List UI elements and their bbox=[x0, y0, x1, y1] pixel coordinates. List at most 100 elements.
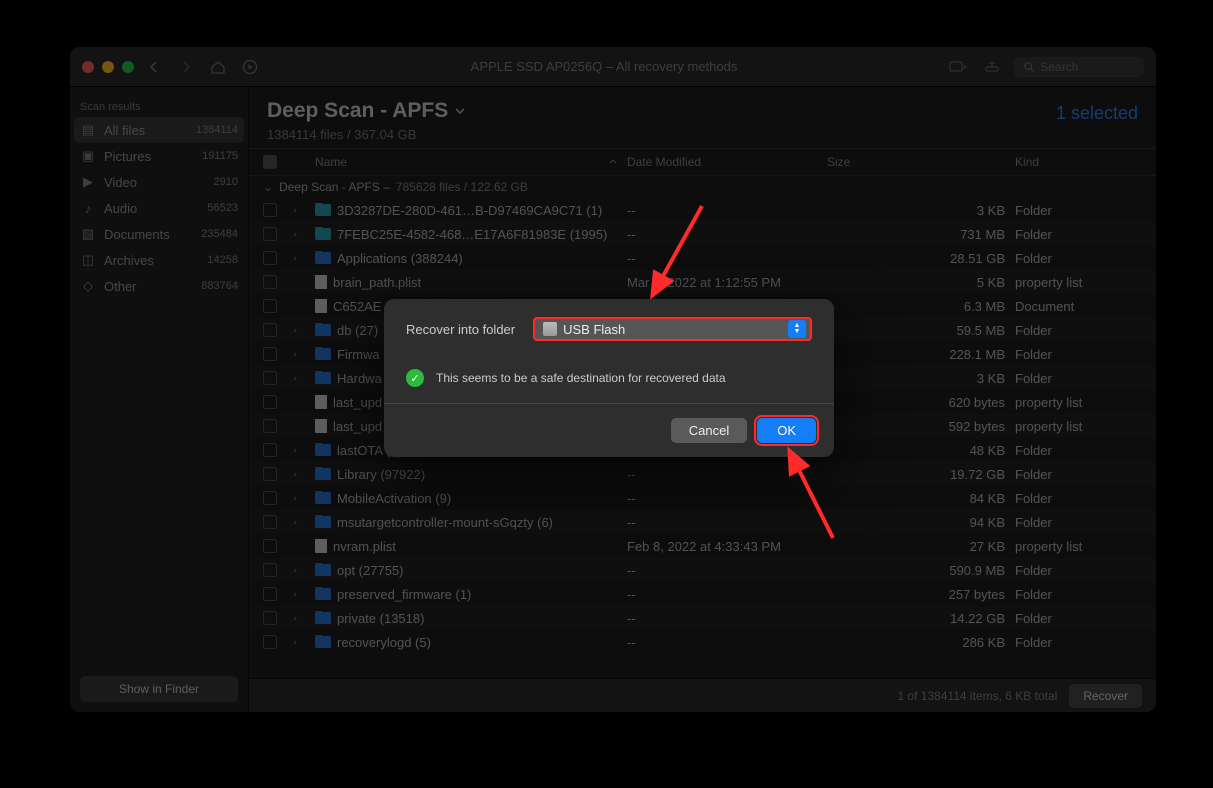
file-icon bbox=[315, 395, 327, 409]
recover-label: Recover into folder bbox=[406, 322, 515, 337]
disclosure-icon[interactable]: › bbox=[289, 253, 301, 264]
ok-button[interactable]: OK bbox=[757, 418, 816, 443]
disclosure-icon[interactable]: › bbox=[289, 613, 301, 624]
row-checkbox[interactable] bbox=[263, 467, 277, 481]
close-window-button[interactable] bbox=[82, 61, 94, 73]
disclosure-icon[interactable]: › bbox=[289, 637, 301, 648]
sort-asc-icon bbox=[609, 158, 617, 166]
fullscreen-window-button[interactable] bbox=[122, 61, 134, 73]
table-row[interactable]: › private (13518) -- 14.22 GB Folder bbox=[249, 606, 1156, 630]
file-name: C652AE bbox=[333, 299, 381, 314]
table-row[interactable]: › opt (27755) -- 590.9 MB Folder bbox=[249, 558, 1156, 582]
file-icon bbox=[315, 419, 327, 433]
file-date: -- bbox=[627, 491, 827, 506]
disclosure-icon[interactable]: › bbox=[289, 493, 301, 504]
resume-scan-button[interactable] bbox=[238, 55, 262, 79]
mount-icon[interactable] bbox=[980, 55, 1004, 79]
row-checkbox[interactable] bbox=[263, 491, 277, 505]
file-name: brain_path.plist bbox=[333, 275, 421, 290]
cancel-button[interactable]: Cancel bbox=[671, 418, 747, 443]
sidebar-item-audio[interactable]: ♪ Audio 56523 bbox=[70, 195, 248, 221]
disclosure-icon[interactable]: › bbox=[289, 469, 301, 480]
folder-icon bbox=[315, 372, 331, 384]
file-size: 14.22 GB bbox=[827, 611, 1015, 626]
row-checkbox[interactable] bbox=[263, 227, 277, 241]
sidebar-item-documents[interactable]: ▧ Documents 235484 bbox=[70, 221, 248, 247]
search-input[interactable] bbox=[1040, 60, 1134, 74]
disclosure-icon[interactable]: › bbox=[289, 205, 301, 216]
row-checkbox[interactable] bbox=[263, 443, 277, 457]
table-row[interactable]: › 7FEBC25E-4582-468…E17A6F81983E (1995) … bbox=[249, 222, 1156, 246]
row-checkbox[interactable] bbox=[263, 539, 277, 553]
forward-button[interactable] bbox=[174, 55, 198, 79]
table-row[interactable]: › 3D3287DE-280D-461…B-D97469CA9C71 (1) -… bbox=[249, 198, 1156, 222]
row-checkbox[interactable] bbox=[263, 419, 277, 433]
table-row[interactable]: › recoverylogd (5) -- 286 KB Folder bbox=[249, 630, 1156, 654]
column-name[interactable]: Name bbox=[315, 155, 627, 169]
file-icon bbox=[315, 275, 327, 289]
row-checkbox[interactable] bbox=[263, 275, 277, 289]
table-row[interactable]: › Library (97922) -- 19.72 GB Folder bbox=[249, 462, 1156, 486]
view-options-icon[interactable] bbox=[946, 55, 970, 79]
row-checkbox[interactable] bbox=[263, 635, 277, 649]
folder-icon bbox=[315, 204, 331, 216]
row-checkbox[interactable] bbox=[263, 203, 277, 217]
row-checkbox[interactable] bbox=[263, 563, 277, 577]
show-in-finder-button[interactable]: Show in Finder bbox=[80, 676, 238, 702]
sidebar-item-archives[interactable]: ◫ Archives 14258 bbox=[70, 247, 248, 273]
recover-button[interactable]: Recover bbox=[1069, 684, 1142, 708]
row-checkbox[interactable] bbox=[263, 587, 277, 601]
row-checkbox[interactable] bbox=[263, 611, 277, 625]
table-row[interactable]: › Applications (388244) -- 28.51 GB Fold… bbox=[249, 246, 1156, 270]
page-subtitle: 1384114 files / 367.04 GB bbox=[267, 127, 466, 142]
page-title[interactable]: Deep Scan - APFS bbox=[267, 99, 466, 123]
disclosure-icon[interactable]: › bbox=[289, 325, 301, 336]
sidebar-item-label: Audio bbox=[104, 201, 137, 216]
titlebar: APPLE SSD AP0256Q – All recovery methods bbox=[70, 47, 1156, 87]
column-kind[interactable]: Kind bbox=[1015, 155, 1145, 169]
file-size: 19.72 GB bbox=[827, 467, 1015, 482]
row-checkbox[interactable] bbox=[263, 371, 277, 385]
file-name: Firmwa bbox=[337, 347, 380, 362]
table-row[interactable]: › preserved_firmware (1) -- 257 bytes Fo… bbox=[249, 582, 1156, 606]
sidebar-item-other[interactable]: ◇ Other 883764 bbox=[70, 273, 248, 299]
file-size: 590.9 MB bbox=[827, 563, 1015, 578]
disclosure-icon[interactable]: › bbox=[289, 229, 301, 240]
group-row[interactable]: ⌄ Deep Scan - APFS – 785628 files / 122.… bbox=[249, 176, 1156, 198]
sidebar-item-all-files[interactable]: ▤ All files 1384114 bbox=[74, 117, 244, 143]
search-field[interactable] bbox=[1014, 57, 1144, 77]
folder-icon bbox=[315, 564, 331, 576]
sidebar-item-video[interactable]: ▶ Video 2910 bbox=[70, 169, 248, 195]
disclosure-icon[interactable]: › bbox=[289, 589, 301, 600]
disclosure-icon[interactable]: › bbox=[289, 373, 301, 384]
table-row[interactable]: brain_path.plist Mar 8, 2022 at 1:12:55 … bbox=[249, 270, 1156, 294]
back-button[interactable] bbox=[142, 55, 166, 79]
minimize-window-button[interactable] bbox=[102, 61, 114, 73]
disclosure-icon[interactable]: › bbox=[289, 349, 301, 360]
table-row[interactable]: › MobileActivation (9) -- 84 KB Folder bbox=[249, 486, 1156, 510]
disclosure-icon[interactable]: › bbox=[289, 565, 301, 576]
file-kind: property list bbox=[1015, 539, 1145, 554]
file-date: Feb 8, 2022 at 4:33:43 PM bbox=[627, 539, 827, 554]
file-kind: Folder bbox=[1015, 515, 1145, 530]
row-checkbox[interactable] bbox=[263, 251, 277, 265]
sidebar-item-label: Archives bbox=[104, 253, 154, 268]
row-checkbox[interactable] bbox=[263, 515, 277, 529]
row-checkbox[interactable] bbox=[263, 323, 277, 337]
column-size[interactable]: Size bbox=[827, 155, 1015, 169]
disclosure-icon[interactable]: › bbox=[289, 445, 301, 456]
row-checkbox[interactable] bbox=[263, 395, 277, 409]
table-row[interactable]: nvram.plist Feb 8, 2022 at 4:33:43 PM 27… bbox=[249, 534, 1156, 558]
destination-select[interactable]: USB Flash ▲▼ bbox=[533, 317, 812, 341]
column-date[interactable]: Date Modified bbox=[627, 155, 827, 169]
row-checkbox[interactable] bbox=[263, 299, 277, 313]
disclosure-icon[interactable]: › bbox=[289, 517, 301, 528]
table-row[interactable]: › msutargetcontroller-mount-sGqzty (6) -… bbox=[249, 510, 1156, 534]
row-checkbox[interactable] bbox=[263, 347, 277, 361]
home-button[interactable] bbox=[206, 55, 230, 79]
file-kind: Folder bbox=[1015, 227, 1145, 242]
file-name: last_upd bbox=[333, 395, 382, 410]
select-all-checkbox[interactable] bbox=[263, 155, 277, 169]
sidebar-item-pictures[interactable]: ▣ Pictures 191175 bbox=[70, 143, 248, 169]
file-name: Library (97922) bbox=[337, 467, 425, 482]
